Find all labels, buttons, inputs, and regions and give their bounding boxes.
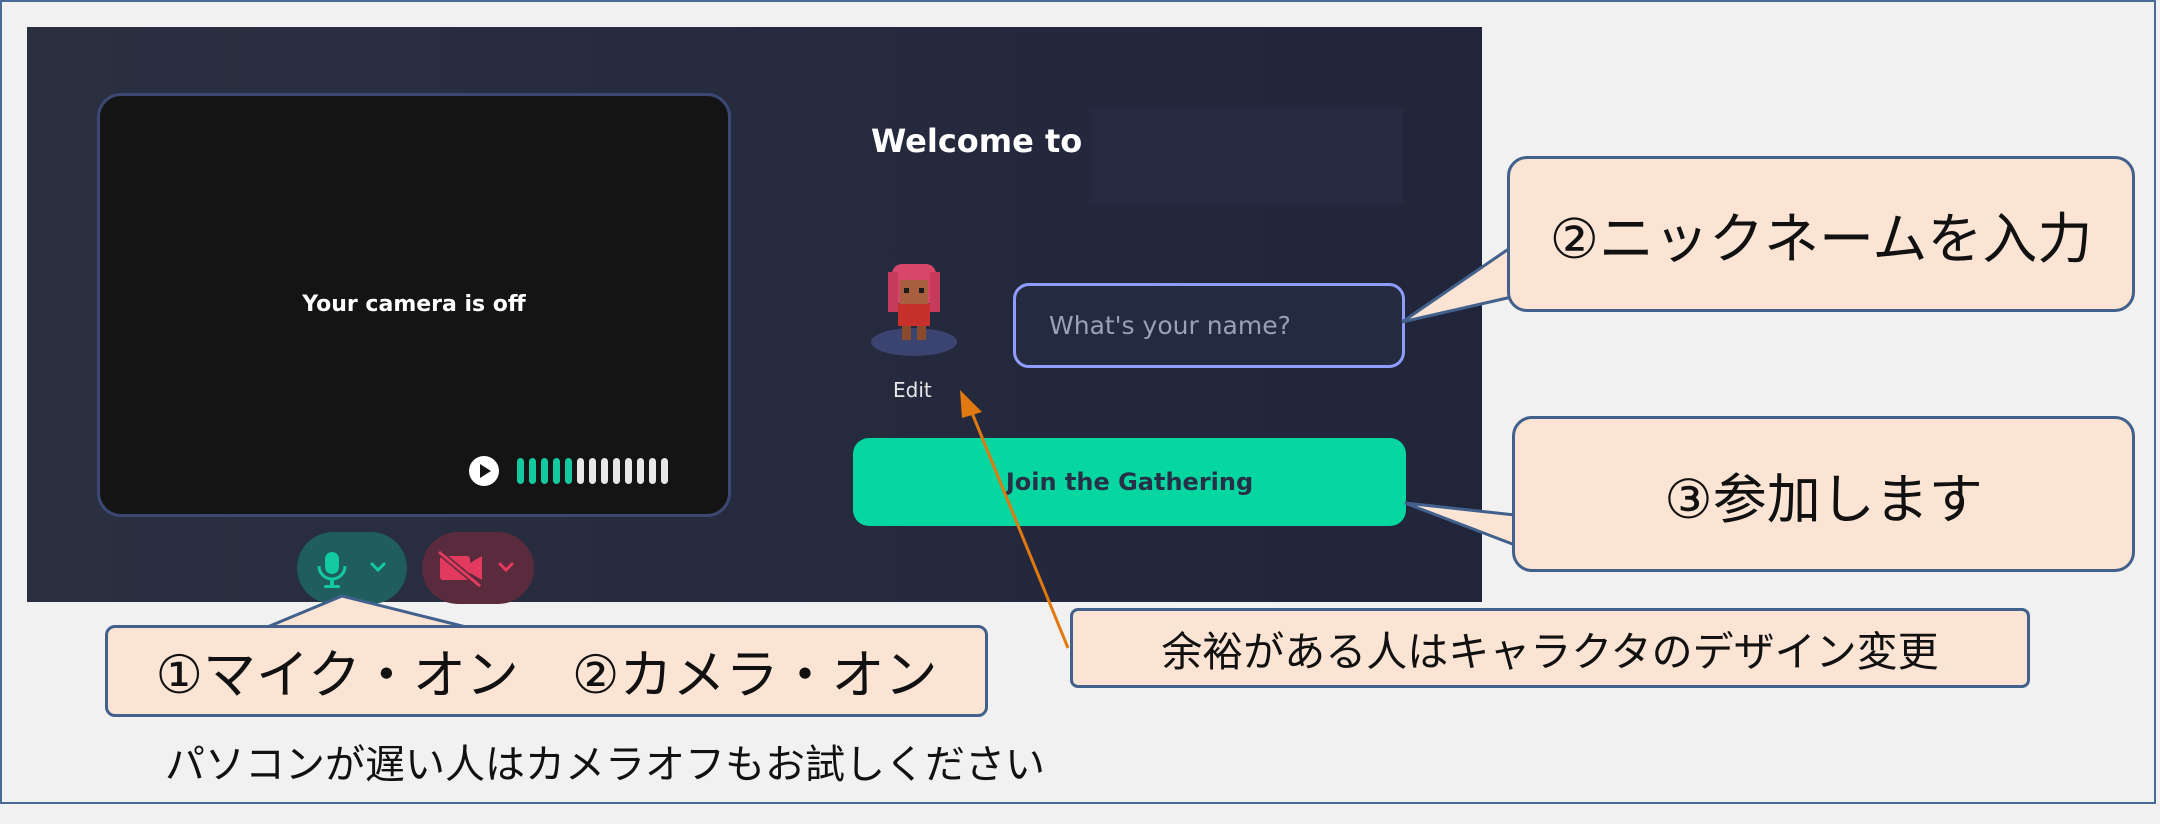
design-change-callout: 余裕がある人はキャラクタのデザイン変更 bbox=[1070, 608, 2030, 688]
slow-pc-note: パソコンが遅い人はカメラオフもお試しください bbox=[165, 742, 1045, 788]
mic-camera-callout: ①マイク・オン ②カメラ・オン bbox=[105, 625, 988, 717]
join-callout: ③参加します bbox=[1512, 416, 2135, 572]
nickname-callout: ②ニックネームを入力 bbox=[1507, 156, 2135, 312]
